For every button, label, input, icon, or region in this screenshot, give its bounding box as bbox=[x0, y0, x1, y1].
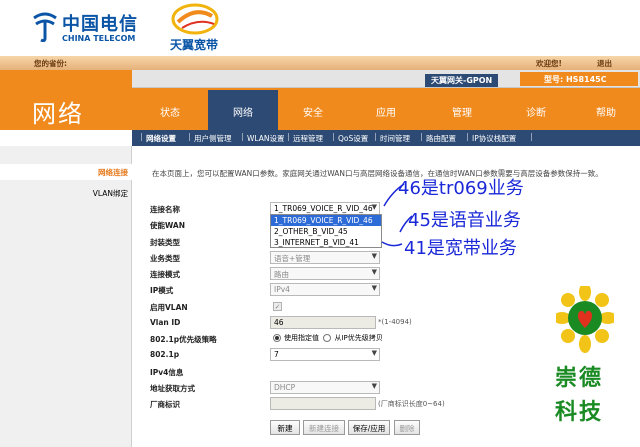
badge-text-1: 崇德 bbox=[555, 366, 604, 391]
row-vlan-id: Vlan ID 46 bbox=[150, 316, 382, 330]
radio-copy-ip[interactable] bbox=[323, 334, 332, 342]
ip-mode-select[interactable]: IPv4 ▼ bbox=[270, 283, 380, 296]
chevron-down-icon: ▼ bbox=[371, 382, 377, 390]
subnav-network-settings[interactable]: 网络设置 bbox=[146, 133, 176, 144]
row-addr-mode: 地址获取方式 DHCP ▼ bbox=[150, 381, 382, 395]
tab-apps[interactable]: 应用 bbox=[348, 90, 424, 130]
chevron-down-icon: ▼ bbox=[371, 284, 377, 292]
subnav-lan-mgmt[interactable]: 用户侧管理 bbox=[194, 133, 232, 144]
dropdown-option[interactable]: 3_INTERNET_B_VID_41 bbox=[271, 237, 381, 248]
subnav-ipstack[interactable]: IP协议栈配置 bbox=[472, 133, 516, 144]
new-connection-button[interactable]: 新建连接 bbox=[303, 420, 345, 435]
province-label: 您的省份: bbox=[34, 59, 67, 68]
dropdown-option[interactable]: 1_TR069_VOICE_R_VID_46 bbox=[271, 215, 381, 226]
conn-name-dropdown: 1_TR069_VOICE_R_VID_46 2_OTHER_B_VID_45 … bbox=[270, 214, 382, 248]
row-conn-mode: 连接模式 路由 ▼ bbox=[150, 267, 382, 281]
page-description: 在本页面上，您可以配置WAN口参数。家庭网关通过WAN口与高层网络设备通信，在通… bbox=[152, 169, 603, 178]
subnav-qos[interactable]: QoS设置 bbox=[338, 133, 368, 144]
label-vendor: 厂商标识 bbox=[150, 400, 180, 409]
left-nav-vlan-binding[interactable]: VLAN绑定 bbox=[0, 188, 132, 199]
badge-text-2: 科技 bbox=[555, 400, 604, 425]
row-service: 业务类型 语音+管理 ▼ bbox=[150, 251, 382, 265]
delete-button[interactable]: 删除 bbox=[394, 420, 420, 435]
row-8021p: 802.1p 7 ▼ bbox=[150, 348, 382, 362]
china-telecom-logo: 中国电信 CHINA TELECOM bbox=[30, 6, 150, 50]
chevron-down-icon: ▼ bbox=[371, 268, 377, 276]
row-vendor: 厂商标识 bbox=[150, 397, 382, 411]
tianyi-logo: 天翼宽带 bbox=[170, 2, 240, 54]
tab-status[interactable]: 状态 bbox=[132, 90, 208, 130]
label-addr-mode: 地址获取方式 bbox=[150, 384, 195, 393]
save-apply-button[interactable]: 保存/应用 bbox=[348, 420, 390, 435]
brand-en: CHINA TELECOM bbox=[62, 34, 136, 43]
sunflower-badge-icon bbox=[556, 286, 614, 353]
label-ipv4-info: IPv4信息 bbox=[150, 368, 184, 377]
label-enable-wan: 使能WAN bbox=[150, 221, 186, 230]
row-enable-vlan: 启用VLAN bbox=[150, 300, 382, 314]
new-button[interactable]: 新建 bbox=[270, 420, 300, 435]
sub-nav: | 网络设置 | 用户侧管理 | WLAN设置 | 远程管理 | QoS设置 |… bbox=[132, 130, 640, 146]
policy-radio-group: 使用指定值 从IP优先级拷贝 bbox=[273, 333, 383, 343]
label-service: 业务类型 bbox=[150, 254, 180, 263]
label-8021p: 802.1p bbox=[150, 350, 180, 359]
left-nav-connection[interactable]: 网络连接 bbox=[0, 164, 132, 180]
vendor-input[interactable] bbox=[270, 397, 376, 410]
tianyi-swirl-icon bbox=[171, 3, 219, 35]
chevron-down-icon: ▼ bbox=[371, 252, 377, 260]
subnav-route[interactable]: 路由配置 bbox=[426, 133, 456, 144]
radio-specified[interactable] bbox=[273, 334, 281, 342]
tab-network[interactable]: 网络 bbox=[208, 90, 278, 130]
tab-help[interactable]: 帮助 bbox=[572, 90, 640, 130]
exit-link[interactable]: 退出 bbox=[597, 58, 612, 69]
annotation-46: 46是tr069业务 bbox=[398, 178, 524, 199]
label-vlan-id: Vlan ID bbox=[150, 318, 181, 327]
row-ipv4-info: IPv4信息 bbox=[150, 365, 382, 379]
8021p-select[interactable]: 7 ▼ bbox=[270, 348, 380, 361]
vendor-hint: (厂商标识长度0~64) bbox=[378, 400, 445, 408]
annotation-arrow-41 bbox=[381, 241, 403, 247]
label-enable-vlan: 启用VLAN bbox=[150, 303, 188, 312]
top-header: 中国电信 CHINA TELECOM 天翼宽带 bbox=[0, 0, 640, 60]
telecom-logo-icon bbox=[33, 12, 57, 42]
tab-management[interactable]: 管理 bbox=[424, 90, 500, 130]
service-select[interactable]: 语音+管理 ▼ bbox=[270, 251, 380, 264]
label-conn-name: 连接名称 bbox=[150, 205, 180, 214]
tianyi-text: 天翼宽带 bbox=[170, 38, 219, 52]
vlan-id-hint: *(1-4094) bbox=[378, 318, 412, 326]
subnav-remote[interactable]: 远程管理 bbox=[293, 133, 323, 144]
chevron-down-icon: ▼ bbox=[371, 203, 377, 211]
conn-mode-select[interactable]: 路由 ▼ bbox=[270, 267, 380, 280]
annotation-41: 41是宽带业务 bbox=[404, 238, 517, 259]
label-ip-mode: IP模式 bbox=[150, 286, 174, 295]
annotation-45: 45是语音业务 bbox=[408, 210, 521, 231]
brand-cn: 中国电信 bbox=[62, 14, 138, 35]
subnav-time[interactable]: 时间管理 bbox=[380, 133, 410, 144]
section-title: 网络 bbox=[32, 100, 84, 128]
left-nav: 网络连接 VLAN绑定 bbox=[0, 146, 132, 447]
tab-security[interactable]: 安全 bbox=[278, 90, 348, 130]
vlan-id-input[interactable]: 46 bbox=[270, 316, 376, 329]
label-conn-mode: 连接模式 bbox=[150, 270, 180, 279]
model-label: 型号: HS8145C bbox=[520, 72, 638, 86]
label-policy: 802.1p优先级策略 bbox=[150, 335, 217, 344]
subnav-wlan[interactable]: WLAN设置 bbox=[247, 133, 285, 144]
main-nav: 状态 网络 安全 应用 管理 诊断 帮助 bbox=[132, 90, 640, 130]
welcome-text: 欢迎您! bbox=[536, 59, 562, 68]
addr-mode-select[interactable]: DHCP ▼ bbox=[270, 381, 380, 394]
row-ip-mode: IP模式 IPv4 ▼ bbox=[150, 283, 382, 297]
label-encap: 封装类型 bbox=[150, 238, 180, 247]
tab-diagnostics[interactable]: 诊断 bbox=[500, 90, 572, 130]
gateway-name: 天翼网关-GPON bbox=[425, 74, 499, 87]
chevron-down-icon: ▼ bbox=[371, 349, 377, 357]
enable-vlan-checkbox[interactable]: ✓ bbox=[273, 302, 282, 311]
dropdown-option[interactable]: 2_OTHER_B_VID_45 bbox=[271, 226, 381, 237]
